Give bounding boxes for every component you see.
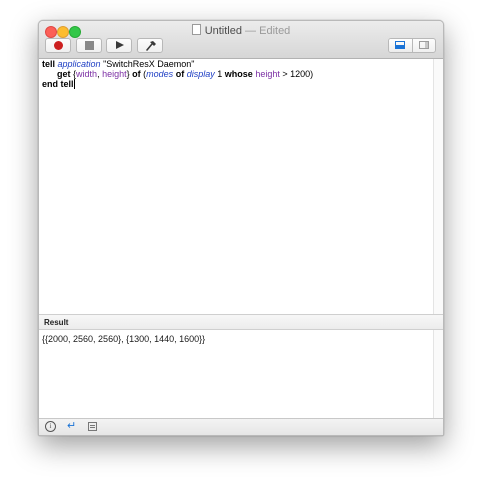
list-icon bbox=[88, 422, 97, 431]
info-icon: i bbox=[45, 421, 56, 432]
property-height: height bbox=[102, 69, 127, 79]
stop-button[interactable] bbox=[76, 38, 102, 53]
script-editor-window: Untitled — Edited tell application "Swit… bbox=[38, 20, 444, 436]
view-toggle-group bbox=[388, 38, 436, 53]
edited-status: Edited bbox=[259, 25, 291, 37]
text-caret bbox=[73, 79, 75, 89]
bottom-bar: i ↵ bbox=[39, 418, 443, 435]
stop-icon bbox=[85, 41, 94, 50]
run-button[interactable] bbox=[106, 38, 132, 53]
property-height-2: height bbox=[255, 69, 280, 79]
reply-arrow-icon: ↵ bbox=[67, 420, 77, 432]
class-modes: modes bbox=[146, 69, 174, 79]
events-button[interactable]: ↵ bbox=[66, 421, 80, 433]
bottom-panel-icon bbox=[395, 41, 405, 49]
show-sidebar-button[interactable] bbox=[413, 39, 435, 52]
title-bar: Untitled — Edited bbox=[39, 21, 443, 59]
keyword-of-2: of bbox=[175, 69, 185, 79]
document-icon bbox=[191, 24, 201, 35]
script-code: tell application "SwitchResX Daemon" get… bbox=[42, 59, 313, 89]
compile-button[interactable] bbox=[137, 38, 163, 53]
play-icon bbox=[116, 41, 124, 49]
window-title: Untitled — Edited bbox=[39, 24, 443, 37]
hammer-icon bbox=[146, 41, 156, 51]
result-label: Result bbox=[44, 318, 69, 327]
property-width: width bbox=[76, 69, 98, 79]
keyword-whose: whose bbox=[224, 69, 253, 79]
record-button[interactable] bbox=[45, 38, 71, 53]
window-title-text: Untitled bbox=[204, 25, 242, 37]
result-value: {{2000, 2560, 2560}, {1300, 1440, 1600}} bbox=[42, 334, 206, 344]
line-2: get {width, height} of (modes of display… bbox=[42, 69, 313, 79]
class-application: application bbox=[57, 59, 101, 69]
comparison-value: 1200) bbox=[290, 69, 314, 79]
log-button[interactable] bbox=[87, 421, 101, 433]
description-button[interactable]: i bbox=[44, 421, 58, 433]
class-display: display bbox=[186, 69, 215, 79]
record-icon bbox=[54, 41, 63, 50]
keyword-end-tell: end tell bbox=[42, 79, 74, 89]
script-editor[interactable]: tell application "SwitchResX Daemon" get… bbox=[39, 59, 433, 314]
brace-close: } bbox=[126, 69, 130, 79]
show-result-pane-button[interactable] bbox=[389, 39, 413, 52]
keyword-of: of bbox=[132, 69, 141, 79]
keyword-get: get bbox=[57, 69, 71, 79]
line-1: tell application "SwitchResX Daemon" bbox=[42, 59, 195, 69]
operator: > bbox=[282, 69, 288, 79]
comma: , bbox=[97, 69, 100, 79]
side-panel-icon bbox=[419, 41, 429, 49]
editor-scrollbar[interactable] bbox=[433, 59, 443, 314]
result-pane-header: Result bbox=[39, 314, 443, 330]
title-separator: — bbox=[245, 25, 257, 37]
keyword-tell: tell bbox=[42, 59, 56, 69]
string-literal: "SwitchResX Daemon" bbox=[103, 59, 195, 69]
number-literal: 1 bbox=[217, 69, 223, 79]
line-3: end tell bbox=[42, 79, 75, 89]
